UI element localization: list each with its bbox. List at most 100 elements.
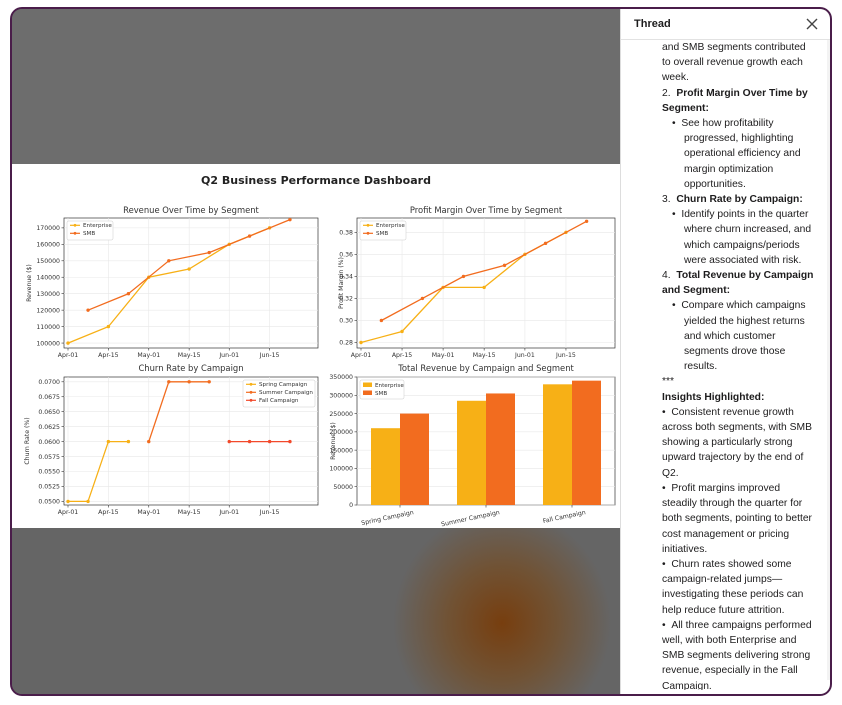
legend-swatch: [363, 382, 372, 387]
data-point: [167, 380, 171, 384]
y-tick-label: 50000: [333, 484, 353, 491]
legend-label: SMB: [83, 231, 95, 237]
data-point: [106, 439, 111, 444]
data-point: [247, 439, 252, 444]
list-item-title: Churn Rate by Campaign:: [676, 194, 803, 206]
data-point: [359, 340, 363, 345]
list-bullet: • Identify points in the quarter where c…: [672, 209, 812, 266]
blurred-backdrop-top: [12, 9, 620, 165]
list-item-title: Total Revenue by Campaign and Segment:: [662, 270, 814, 297]
chart-title: Profit Margin Over Time by Segment: [410, 205, 563, 215]
data-point: [288, 217, 292, 222]
legend-label: Spring Campaign: [259, 382, 308, 388]
dashboard-charts: Revenue Over Time by SegmentRevenue ($)1…: [24, 205, 616, 528]
y-tick-label: 150000: [329, 447, 353, 454]
y-tick-label: 300000: [329, 392, 353, 399]
data-point: [420, 296, 425, 301]
legend-marker: [73, 231, 77, 235]
thread-panel: Thread and SMB segments contributed to o…: [620, 9, 830, 694]
chart-4: Total Revenue by Campaign and SegmentRev…: [329, 363, 616, 528]
data-point: [66, 499, 70, 504]
data-point: [482, 285, 486, 290]
y-tick-label: 100000: [329, 466, 353, 473]
bullet-text: Identify points in the quarter where chu…: [681, 209, 812, 266]
x-tick-label: Jun-15: [259, 509, 280, 516]
y-tick-label: 0.38: [339, 230, 353, 237]
y-tick-label: 0.0575: [38, 454, 60, 461]
insight-text: Consistent revenue growth across both se…: [662, 406, 812, 479]
legend-label: SMB: [375, 391, 387, 397]
y-tick-label: 0.32: [339, 296, 353, 303]
blurred-blob: [392, 528, 612, 694]
data-point: [86, 308, 90, 312]
insights-title-text: Insights Highlighted:: [662, 391, 765, 403]
y-tick-label: 0.0700: [38, 379, 60, 386]
data-point: [207, 380, 211, 384]
y-axis-label: Revenue ($): [26, 264, 33, 302]
legend-swatch: [363, 390, 372, 395]
bar-enterprise: [457, 400, 486, 505]
x-tick-label: Jun-01: [218, 509, 239, 516]
data-point: [584, 219, 589, 224]
y-tick-label: 140000: [36, 274, 60, 281]
legend-label: Enterprise: [375, 383, 404, 389]
data-point: [379, 318, 384, 323]
bar-smb: [572, 380, 601, 505]
dashboard-image: Q2 Business Performance Dashboard Revenu…: [12, 164, 620, 528]
list-number: 4.: [662, 270, 671, 282]
x-tick-label: Apr-15: [98, 352, 118, 359]
data-point: [187, 267, 191, 271]
insights-title: Insights Highlighted:: [662, 390, 817, 405]
y-tick-label: 0.0650: [38, 409, 60, 416]
list-item: 2. Profit Margin Over Time by Segment:: [662, 86, 817, 116]
thread-scrollbar[interactable]: [827, 40, 830, 680]
bar-enterprise: [371, 428, 400, 505]
y-tick-label: 150000: [36, 258, 60, 265]
thread-title: Thread: [634, 18, 671, 30]
blurred-backdrop-bottom: [12, 528, 620, 694]
close-icon[interactable]: [803, 15, 821, 33]
y-tick-label: 0.0550: [38, 469, 60, 476]
bar-smb: [486, 393, 515, 505]
list-bullet: • Compare which campaigns yielded the hi…: [672, 300, 806, 373]
list-item: 4. Total Revenue by Campaign and Segment…: [662, 268, 817, 298]
y-tick-label: 0: [349, 502, 353, 509]
x-tick-label: Jun-15: [555, 352, 576, 359]
insight-item: • Churn rates showed some campaign-relat…: [662, 558, 804, 616]
x-tick-label: Fall Campaign: [542, 509, 586, 525]
y-tick-label: 0.34: [339, 274, 353, 281]
data-point: [126, 291, 131, 296]
data-point: [502, 263, 507, 268]
data-point: [227, 439, 231, 444]
y-tick-label: 0.0600: [38, 439, 60, 446]
y-tick-label: 130000: [36, 291, 60, 298]
y-tick-label: 0.36: [339, 252, 353, 259]
chart-title: Total Revenue by Campaign and Segment: [397, 363, 574, 373]
insight-text: Churn rates showed some campaign-related…: [662, 558, 804, 616]
data-point: [167, 259, 171, 263]
bar-smb: [400, 413, 429, 505]
data-point: [106, 324, 111, 329]
thread-header: Thread: [621, 9, 830, 40]
y-tick-label: 0.28: [339, 340, 353, 347]
insight-item: • Profit margins improved steadily throu…: [662, 482, 812, 555]
data-point: [247, 234, 252, 238]
list-number: 3.: [662, 194, 671, 206]
x-tick-label: May-15: [178, 352, 201, 359]
data-point: [267, 439, 272, 444]
data-point: [187, 380, 191, 384]
y-tick-label: 120000: [36, 307, 60, 314]
data-point: [207, 250, 211, 255]
y-tick-label: 0.30: [339, 318, 353, 325]
legend-label: SMB: [376, 231, 388, 237]
list-item-title: Profit Margin Over Time by Segment:: [662, 87, 808, 114]
legend-marker: [249, 382, 253, 386]
legend-marker: [366, 223, 370, 227]
y-tick-label: 0.0675: [38, 394, 60, 401]
bullet-text: See how profitability progressed, highli…: [681, 118, 801, 190]
insight-text: Profit margins improved steadily through…: [662, 482, 812, 555]
chart-1: Revenue Over Time by SegmentRevenue ($)1…: [26, 205, 319, 359]
data-point: [126, 439, 131, 444]
x-tick-label: Spring Campaign: [361, 509, 415, 527]
x-tick-label: May-01: [137, 509, 160, 516]
